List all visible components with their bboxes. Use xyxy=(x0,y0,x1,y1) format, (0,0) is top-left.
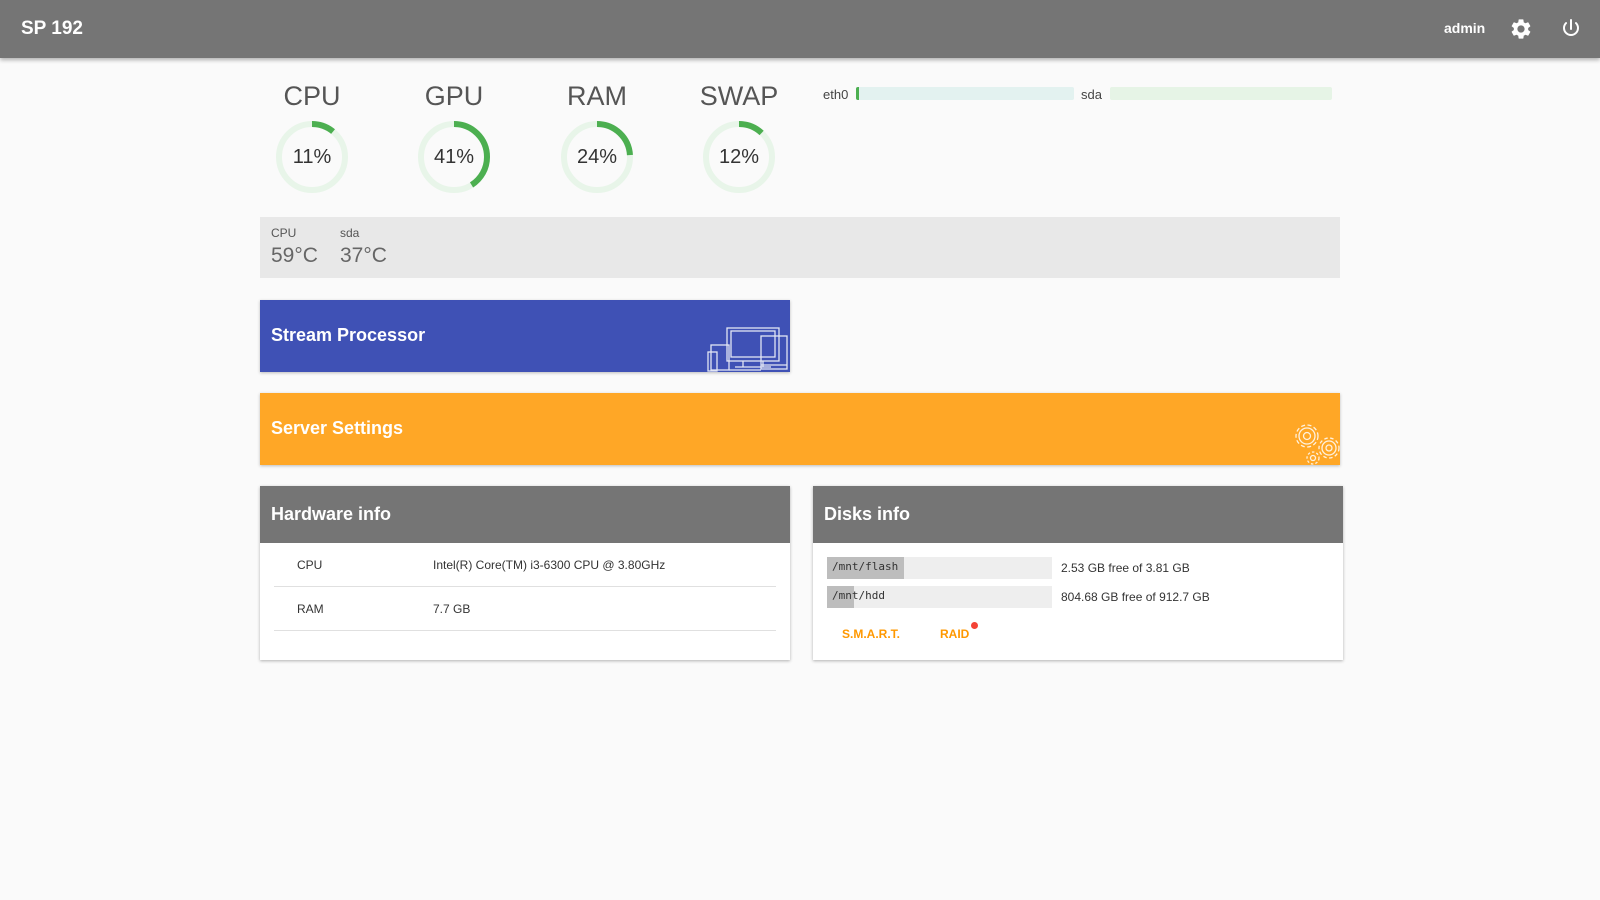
stream-processor-tile[interactable]: Stream Processor xyxy=(260,300,790,372)
gauge-label: SWAP xyxy=(699,81,779,111)
disk-mount: /mnt/hdd xyxy=(832,589,885,602)
hardware-info-card: Hardware info CPU Intel(R) Core(TM) i3-6… xyxy=(260,486,790,660)
net-bar-fill xyxy=(856,87,860,100)
disk-row: /mnt/flash 2.53 GB free of 3.81 GB xyxy=(827,557,1327,579)
temperature-panel: CPU 59°C sda 37°C xyxy=(260,217,1340,278)
disk-usage-bar: /mnt/flash xyxy=(827,557,1052,579)
net-bar-sda xyxy=(1110,87,1332,100)
smart-button[interactable]: S.M.A.R.T. xyxy=(842,627,900,641)
gauge-label: RAM xyxy=(567,81,627,111)
devices-icon xyxy=(707,327,790,372)
card-title: Hardware info xyxy=(260,486,790,543)
top-bar: SP 192 admin xyxy=(0,0,1600,58)
app-title: SP 192 xyxy=(21,18,83,39)
temp-value: 59°C xyxy=(271,244,318,267)
disk-free-info: 2.53 GB free of 3.81 GB xyxy=(1061,561,1190,575)
hw-key: CPU xyxy=(297,558,323,572)
hw-key: RAM xyxy=(297,602,324,616)
tile-title: Server Settings xyxy=(271,418,404,438)
power-icon[interactable] xyxy=(1559,17,1583,41)
gauge-value: 12% xyxy=(718,146,760,168)
gauge-value: 11% xyxy=(292,146,332,168)
disk-row: /mnt/hdd 804.68 GB free of 912.7 GB xyxy=(827,586,1327,608)
gauge-label: GPU xyxy=(424,81,484,111)
hw-value: Intel(R) Core(TM) i3-6300 CPU @ 3.80GHz xyxy=(433,558,666,572)
net-label-eth0: eth0 xyxy=(823,87,849,102)
server-settings-tile[interactable]: Server Settings xyxy=(260,393,1340,465)
temp-label: CPU xyxy=(271,226,297,240)
user-name[interactable]: admin xyxy=(1444,20,1485,36)
gauge-ram: RAM 24% xyxy=(537,80,657,196)
disks-info-card: Disks info /mnt/flash 2.53 GB free of 3.… xyxy=(813,486,1343,660)
tile-title: Stream Processor xyxy=(271,325,426,345)
gauge-ring: 24% xyxy=(558,118,636,196)
table-row: CPU Intel(R) Core(TM) i3-6300 CPU @ 3.80… xyxy=(274,543,776,587)
gauge-ring: 11% xyxy=(273,118,351,196)
temp-label: sda xyxy=(340,226,360,240)
net-bar-eth0 xyxy=(856,87,1074,100)
gauge-cpu: CPU 11% xyxy=(252,80,372,196)
temp-sda: sda 37°C xyxy=(340,226,387,268)
gears-icon xyxy=(1291,420,1340,465)
disk-usage-bar: /mnt/hdd xyxy=(827,586,1052,608)
gauge-value: 24% xyxy=(576,146,618,168)
gauge-ring: 12% xyxy=(700,118,778,196)
raid-button[interactable]: RAID xyxy=(940,627,969,641)
disk-free-info: 804.68 GB free of 912.7 GB xyxy=(1061,590,1210,604)
gauge-label: CPU xyxy=(283,81,341,111)
temp-cpu: CPU 59°C xyxy=(271,226,318,268)
hw-value: 7.7 GB xyxy=(433,602,471,616)
gauge-gpu: GPU 41% xyxy=(394,80,514,196)
net-label-sda: sda xyxy=(1081,87,1102,102)
table-row: RAM 7.7 GB xyxy=(274,587,776,631)
gauge-swap: SWAP 12% xyxy=(679,80,799,196)
gear-icon[interactable] xyxy=(1509,17,1533,41)
raid-alert-dot xyxy=(971,622,978,629)
gauge-ring: 41% xyxy=(415,118,493,196)
card-title: Disks info xyxy=(813,486,1343,543)
temp-value: 37°C xyxy=(340,244,387,267)
disk-mount: /mnt/flash xyxy=(832,560,899,573)
gauge-value: 41% xyxy=(433,146,475,168)
